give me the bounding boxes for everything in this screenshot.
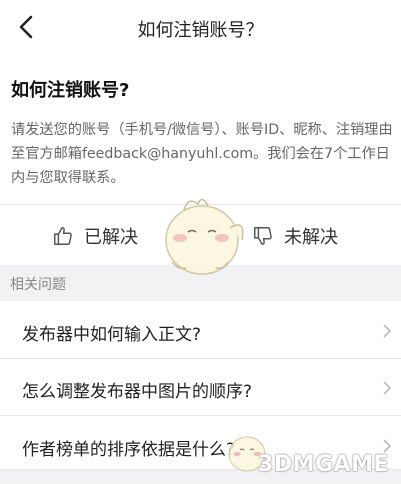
question-answer: 请发送您的账号（手机号/微信号）、账号ID、昵称、注销理由至官方邮箱feedba… [11,122,393,186]
nav-bar: 如何注销账号？ [0,0,401,56]
related-item-label: 发布器中如何输入正文? [22,325,202,345]
unsolved-button[interactable]: 未解决 [252,222,338,250]
page-title: 如何注销账号？ [137,20,264,41]
mascot-watermark-icon [165,198,244,275]
chevron-right-icon [383,381,392,395]
question-title: 如何注销账号? [11,80,130,101]
related-item-label: 怎么调整发布器中图片的顺序? [22,382,253,402]
chevron-right-icon [383,324,392,338]
related-item[interactable]: 怎么调整发布器中图片的顺序? [0,360,401,416]
related-item-label: 作者榜单的排序依据是什么? [22,440,236,460]
unsolved-label: 未解决 [284,227,338,248]
related-item[interactable]: 发布器中如何输入正文? [0,303,401,359]
watermark-text: 3DMGAME [258,452,389,477]
thumbs-down-icon [254,227,272,245]
related-heading: 相关问题 [10,277,66,293]
solved-label: 已解决 [84,227,138,248]
solved-button[interactable]: 已解决 [52,222,138,250]
thumbs-up-icon [54,227,72,245]
